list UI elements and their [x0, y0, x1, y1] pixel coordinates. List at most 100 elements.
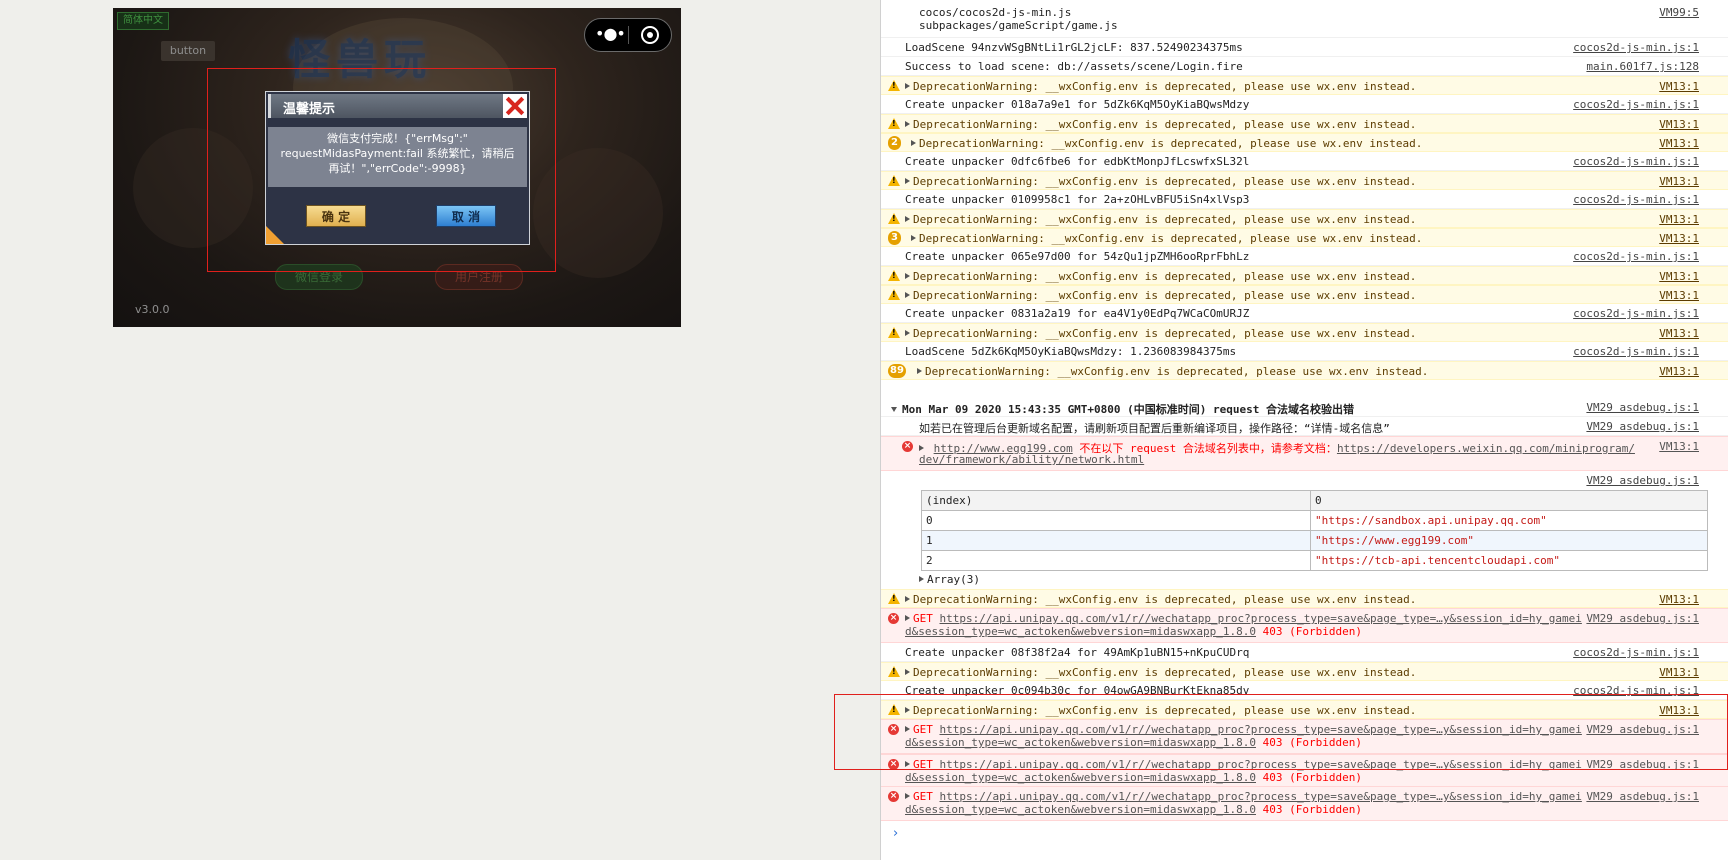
expand-arrow-icon[interactable]: [905, 121, 910, 127]
source-link[interactable]: VM29 asdebug.js:1: [1586, 790, 1699, 803]
source-link[interactable]: VM13:1: [1659, 440, 1699, 453]
console-error-row[interactable]: × GET https://api.unipay.qq.com/v1/r//wec…: [881, 608, 1728, 643]
expand-arrow-icon[interactable]: [905, 216, 910, 222]
table-row: 0 "https://sandbox.api.unipay.qq.com": [921, 510, 1708, 531]
table-header[interactable]: (index): [921, 490, 1311, 511]
warning-icon: [888, 289, 900, 300]
expand-arrow-icon[interactable]: [905, 83, 910, 89]
expand-arrow-icon[interactable]: [911, 235, 916, 241]
source-link[interactable]: VM13:1: [1659, 289, 1699, 302]
console-warning-row[interactable]: DeprecationWarning: __wxConfig.env is de…: [881, 114, 1728, 133]
console-warning-row[interactable]: DeprecationWarning: __wxConfig.env is de…: [881, 171, 1728, 190]
request-url-cont[interactable]: d&session_type=wc_actoken&webversion=mid…: [905, 771, 1256, 784]
request-url-cont[interactable]: d&session_type=wc_actoken&webversion=mid…: [905, 803, 1256, 816]
expand-arrow-icon[interactable]: [905, 292, 910, 298]
capsule-divider: [628, 26, 629, 44]
more-dots-icon[interactable]: •●•: [595, 26, 626, 42]
source-link[interactable]: VM13:1: [1659, 270, 1699, 283]
source-link[interactable]: VM13:1: [1659, 232, 1699, 245]
source-link[interactable]: VM29 asdebug.js:1: [1586, 420, 1699, 433]
expand-arrow-icon[interactable]: [905, 615, 910, 621]
log-text: Create unpacker 08f38f2a4 for 49AmKp1uBN…: [905, 646, 1250, 659]
source-link[interactable]: VM13:1: [1659, 593, 1699, 606]
source-link[interactable]: cocos2d-js-min.js:1: [1573, 41, 1699, 54]
source-link[interactable]: VM29 asdebug.js:1: [1586, 474, 1699, 487]
source-link[interactable]: VM13:1: [1659, 327, 1699, 340]
console-warning-row[interactable]: DeprecationWarning: __wxConfig.env is de…: [881, 76, 1728, 95]
console-log-row[interactable]: Create unpacker 065e97d00 for 54zQu1jpZM…: [881, 247, 1728, 266]
warning-icon: [888, 327, 900, 338]
console-warning-row[interactable]: DeprecationWarning: __wxConfig.env is de…: [881, 266, 1728, 285]
log-text: Create unpacker 0831a2a19 for ea4V1y0EdP…: [905, 307, 1250, 320]
source-link[interactable]: VM29 asdebug.js:1: [1586, 401, 1699, 414]
console-log-row[interactable]: Success to load scene: db://assets/scene…: [881, 57, 1728, 76]
log-text: cocos/cocos2d-js-min.js: [919, 6, 1072, 19]
source-link[interactable]: VM13:1: [1659, 666, 1699, 679]
source-link[interactable]: VM13:1: [1659, 175, 1699, 188]
source-link[interactable]: VM29 asdebug.js:1: [1586, 612, 1699, 625]
source-link[interactable]: main.601f7.js:128: [1586, 60, 1699, 73]
console-error-row[interactable]: × GET https://api.unipay.qq.com/v1/r//wec…: [881, 786, 1728, 821]
table-header[interactable]: 0: [1310, 490, 1708, 511]
console-warning-row[interactable]: DeprecationWarning: __wxConfig.env is de…: [881, 589, 1728, 608]
console-warning-row[interactable]: DeprecationWarning: __wxConfig.env is de…: [881, 662, 1728, 681]
expand-arrow-icon[interactable]: [905, 330, 910, 336]
source-link[interactable]: VM13:1: [1659, 137, 1699, 150]
source-link[interactable]: cocos2d-js-min.js:1: [1573, 250, 1699, 263]
close-target-icon[interactable]: [641, 26, 659, 44]
expand-arrow-icon[interactable]: [905, 793, 910, 799]
console-prompt[interactable]: ›: [893, 826, 898, 841]
group-info-text: 如若已在管理后台更新域名配置，请刷新项目配置后重新编译项目，操作路径：“详情-域…: [919, 422, 1390, 435]
source-link[interactable]: cocos2d-js-min.js:1: [1573, 193, 1699, 206]
source-link[interactable]: cocos2d-js-min.js:1: [1573, 345, 1699, 358]
console-log-row[interactable]: Create unpacker 0109958c1 for 2a+zOHLvBF…: [881, 190, 1728, 209]
console-log-row[interactable]: Create unpacker 018a7a9e1 for 5dZk6KqM5O…: [881, 95, 1728, 114]
expand-arrow-icon[interactable]: [891, 407, 897, 412]
expand-arrow-icon[interactable]: [919, 576, 924, 582]
console-log-row[interactable]: LoadScene 5dZk6KqM5OyKiaBQwsMdzy: 1.2360…: [881, 342, 1728, 361]
expand-arrow-icon[interactable]: [905, 596, 910, 602]
source-link[interactable]: VM13:1: [1659, 365, 1699, 378]
warning-text: DeprecationWarning: __wxConfig.env is de…: [913, 593, 1417, 606]
console-warning-row[interactable]: DeprecationWarning: __wxConfig.env is de…: [881, 323, 1728, 342]
console-log-row[interactable]: LoadScene 94nzvWSgBNtLi1rGL2jcLF: 837.52…: [881, 38, 1728, 57]
source-link[interactable]: VM13:1: [1659, 213, 1699, 226]
table-cell: 0: [921, 510, 1311, 531]
expand-arrow-icon[interactable]: [919, 445, 924, 451]
console-warning-row[interactable]: 2 DeprecationWarning: __wxConfig.env is d…: [881, 133, 1728, 152]
doc-link[interactable]: https://developers.weixin.qq.com/minipro…: [1337, 442, 1635, 455]
request-url-cont[interactable]: d&session_type=wc_actoken&webversion=mid…: [905, 625, 1256, 638]
repeat-count-badge: 89: [888, 364, 906, 378]
source-link[interactable]: cocos2d-js-min.js:1: [1573, 307, 1699, 320]
source-link[interactable]: VM13:1: [1659, 118, 1699, 131]
console-warning-row[interactable]: DeprecationWarning: __wxConfig.env is de…: [881, 285, 1728, 304]
warning-icon: [888, 213, 900, 224]
source-link[interactable]: cocos2d-js-min.js:1: [1573, 155, 1699, 168]
version-label: v3.0.0: [135, 303, 170, 316]
mini-program-capsule: •●•: [584, 18, 672, 52]
console-log-row[interactable]: cocos/cocos2d-js-min.js subpackages/gameS…: [881, 3, 1728, 38]
doc-link-cont[interactable]: dev/framework/ability/network.html: [919, 453, 1144, 466]
test-button[interactable]: button: [161, 41, 215, 61]
request-url[interactable]: https://api.unipay.qq.com/v1/r//wechatap…: [940, 790, 1582, 803]
source-link[interactable]: VM13:1: [1659, 80, 1699, 93]
source-link[interactable]: VM99:5: [1659, 6, 1699, 19]
expand-arrow-icon[interactable]: [905, 669, 910, 675]
expand-arrow-icon[interactable]: [911, 140, 916, 146]
console-log-row[interactable]: Create unpacker 0831a2a19 for ea4V1y0EdP…: [881, 304, 1728, 323]
game-simulator: 简体中文 button 怪兽玩 •●• 微信登录 用户注册 v3.0.0 温馨提…: [113, 8, 681, 327]
console-warning-row[interactable]: 3 DeprecationWarning: __wxConfig.env is d…: [881, 228, 1728, 247]
array-footer[interactable]: Array(3): [881, 570, 1728, 589]
language-button[interactable]: 简体中文: [117, 12, 169, 30]
console-warning-row[interactable]: 89 DeprecationWarning: __wxConfig.env is …: [881, 361, 1728, 380]
source-link[interactable]: cocos2d-js-min.js:1: [1573, 646, 1699, 659]
expand-arrow-icon[interactable]: [905, 273, 910, 279]
expand-arrow-icon[interactable]: [905, 178, 910, 184]
console-log-row[interactable]: Create unpacker 08f38f2a4 for 49AmKp1uBN…: [881, 643, 1728, 662]
expand-arrow-icon[interactable]: [917, 368, 922, 374]
request-url[interactable]: https://api.unipay.qq.com/v1/r//wechatap…: [940, 612, 1582, 625]
console-warning-row[interactable]: DeprecationWarning: __wxConfig.env is de…: [881, 209, 1728, 228]
source-link[interactable]: cocos2d-js-min.js:1: [1573, 98, 1699, 111]
console-log-row[interactable]: Create unpacker 0dfc6fbe6 for edbKtMonpJ…: [881, 152, 1728, 171]
group-header[interactable]: Mon Mar 09 2020 15:43:35 GMT+0800 (中国标准时…: [881, 398, 1728, 417]
